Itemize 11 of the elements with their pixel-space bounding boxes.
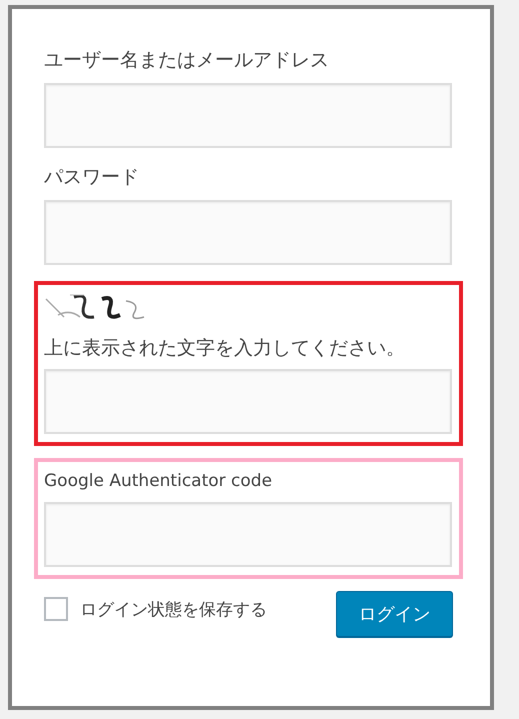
field-label: ユーザー名またはメールアドレス (44, 48, 330, 73)
checkbox[interactable] (44, 597, 68, 621)
field-label: パスワード (44, 165, 140, 190)
field-label: 上に表示された文字を入力してください。 (44, 336, 406, 361)
input-field[interactable] (44, 369, 452, 434)
input-field[interactable] (44, 83, 452, 148)
checkbox-label[interactable]: ログイン状態を保存する (80, 598, 267, 620)
input-field[interactable] (44, 200, 452, 265)
input-field[interactable] (44, 502, 452, 567)
field-label: Google Authenticator code (44, 470, 274, 493)
login-button[interactable]: ログイン (336, 591, 453, 637)
